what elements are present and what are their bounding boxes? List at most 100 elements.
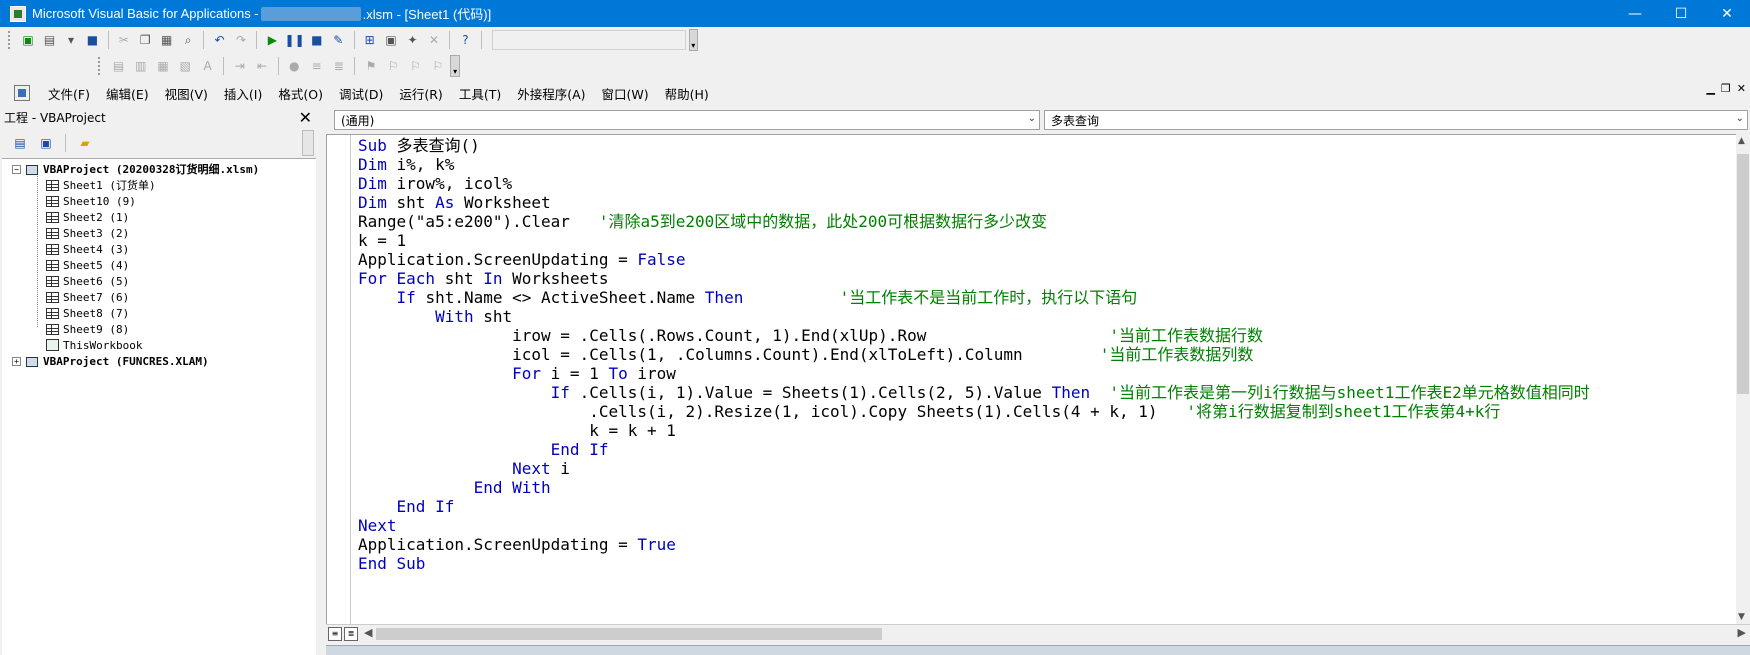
code-line[interactable]: .Cells(i, 2).Resize(1, icol).Copy Sheets…: [358, 402, 1590, 421]
code-line[interactable]: Application.ScreenUpdating = False: [358, 250, 1590, 269]
code-margin-indicator-bar[interactable]: [327, 135, 351, 625]
scroll-left-icon[interactable]: ◀: [364, 626, 372, 639]
tree-node-sheet[interactable]: Sheet7 (6): [46, 289, 129, 305]
redo-icon[interactable]: ↷: [232, 30, 250, 50]
close-button[interactable]: ✕: [1704, 0, 1750, 27]
tree-node-workbook[interactable]: ThisWorkbook: [46, 337, 142, 353]
dropdown-arrow-icon[interactable]: ▾: [62, 30, 80, 50]
find-icon[interactable]: ⌕: [179, 30, 197, 50]
undo-icon[interactable]: ↶: [210, 30, 228, 50]
scroll-thumb[interactable]: [1737, 154, 1749, 394]
view-object-icon[interactable]: ▣: [36, 133, 56, 153]
project-explorer-icon[interactable]: ⊞: [360, 30, 378, 50]
list-properties-icon[interactable]: ▤: [109, 56, 128, 76]
code-line[interactable]: Sub 多表查询(): [358, 136, 1590, 155]
tree-node-sheet[interactable]: Sheet8 (7): [46, 305, 129, 321]
break-icon[interactable]: ❚❚: [285, 30, 305, 50]
run-icon[interactable]: ▶: [263, 30, 281, 50]
menu-view[interactable]: 视图(V): [157, 84, 216, 103]
object-combo[interactable]: (通用) ⌄: [334, 110, 1040, 130]
code-line[interactable]: End If: [358, 497, 1590, 516]
mdi-close-button[interactable]: ✕: [1737, 82, 1746, 95]
menu-addins[interactable]: 外接程序(A): [509, 84, 593, 103]
maximize-button[interactable]: ☐: [1658, 0, 1704, 27]
menu-debug[interactable]: 调试(D): [331, 84, 391, 103]
clear-bookmarks-icon[interactable]: ⚐: [428, 56, 447, 76]
code-line[interactable]: k = 1: [358, 231, 1590, 250]
procedure-combo[interactable]: 多表查询 ⌄: [1044, 110, 1748, 130]
project-explorer-close-button[interactable]: ✕: [299, 108, 312, 127]
toolbar-options-icon[interactable]: ▾: [450, 55, 461, 77]
minimize-button[interactable]: —: [1612, 0, 1658, 27]
menu-insert[interactable]: 插入(I): [216, 84, 270, 103]
code-line[interactable]: For Each sht In Worksheets: [358, 269, 1590, 288]
horizontal-scrollbar[interactable]: ≡ ≣ ◀ ▶: [326, 624, 1750, 642]
code-line[interactable]: k = k + 1: [358, 421, 1590, 440]
help-icon[interactable]: ?: [456, 30, 474, 50]
code-line[interactable]: Application.ScreenUpdating = True: [358, 535, 1590, 554]
menu-run[interactable]: 运行(R): [391, 84, 450, 103]
toolbar-options-icon[interactable]: ▾: [688, 29, 698, 51]
tree-node-sheet[interactable]: Sheet5 (4): [46, 257, 129, 273]
toolbox-icon[interactable]: ✕: [425, 30, 443, 50]
collapse-icon[interactable]: −: [12, 164, 21, 174]
code-line[interactable]: End Sub: [358, 554, 1590, 573]
object-browser-icon[interactable]: ✦: [403, 30, 421, 50]
view-excel-icon[interactable]: ▣: [19, 30, 37, 50]
tree-node-sheet[interactable]: Sheet9 (8): [46, 321, 129, 337]
menu-edit[interactable]: 编辑(E): [98, 84, 157, 103]
quick-info-icon[interactable]: ▦: [153, 56, 172, 76]
tree-node-sheet[interactable]: Sheet6 (5): [46, 273, 129, 289]
chevron-down-icon[interactable]: ⌄: [1736, 113, 1744, 124]
pane-splitter[interactable]: [316, 104, 324, 655]
menu-tools[interactable]: 工具(T): [451, 84, 509, 103]
menu-file[interactable]: 文件(F): [40, 84, 98, 103]
tree-node-sheet[interactable]: Sheet3 (2): [46, 225, 129, 241]
scroll-down-icon[interactable]: ▼: [1738, 612, 1745, 622]
scroll-right-icon[interactable]: ▶: [1738, 626, 1746, 639]
title-bar[interactable]: Microsoft Visual Basic for Applications …: [0, 0, 1750, 27]
code-editor[interactable]: Sub 多表查询() Dim i%, k% Dim irow%, icol% Dim …: [326, 134, 1750, 625]
tree-node-project-2[interactable]: + VBAProject (FUNCRES.XLAM): [12, 353, 209, 369]
code-window-icon[interactable]: [14, 85, 30, 101]
previous-bookmark-icon[interactable]: ⚐: [406, 56, 425, 76]
menu-window[interactable]: 窗口(W): [594, 84, 657, 103]
code-line[interactable]: Next: [358, 516, 1590, 535]
horizontal-scroll-thumb[interactable]: [376, 628, 882, 640]
tree-node-sheet[interactable]: Sheet2 (1): [46, 209, 129, 225]
mdi-restore-button[interactable]: ❐: [1721, 82, 1731, 95]
properties-window-icon[interactable]: ▣: [382, 30, 400, 50]
procedure-view-icon[interactable]: ≡: [328, 627, 342, 641]
menu-help[interactable]: 帮助(H): [657, 84, 717, 103]
parameter-info-icon[interactable]: ▧: [176, 56, 195, 76]
project-toolbar-overflow[interactable]: [302, 130, 314, 156]
design-mode-icon[interactable]: ✎: [329, 30, 347, 50]
code-line[interactable]: irow = .Cells(.Rows.Count, 1).End(xlUp).…: [358, 326, 1590, 345]
code-line[interactable]: With sht: [358, 307, 1590, 326]
menu-format[interactable]: 格式(O): [270, 84, 331, 103]
code-line[interactable]: Dim sht As Worksheet: [358, 193, 1590, 212]
comment-block-icon[interactable]: ≡: [307, 56, 326, 76]
save-icon[interactable]: ■: [83, 30, 101, 50]
full-module-view-icon[interactable]: ≣: [344, 627, 358, 641]
tree-node-project-1[interactable]: − VBAProject (20200328订货明细.xlsm): [12, 161, 259, 177]
view-code-icon[interactable]: ▤: [10, 133, 30, 153]
complete-word-icon[interactable]: A: [198, 56, 217, 76]
code-line[interactable]: Dim i%, k%: [358, 155, 1590, 174]
toggle-folders-icon[interactable]: ▰: [75, 133, 95, 153]
code-line[interactable]: icol = .Cells(1, .Columns.Count).End(xlT…: [358, 345, 1590, 364]
code-line[interactable]: Range("a5:e200").Clear '清除a5到e200区域中的数据，…: [358, 212, 1590, 231]
chevron-down-icon[interactable]: ⌄: [1028, 113, 1036, 124]
next-bookmark-icon[interactable]: ⚐: [384, 56, 403, 76]
code-line[interactable]: End If: [358, 440, 1590, 459]
vertical-scrollbar[interactable]: ▲ ▼: [1736, 134, 1750, 624]
indent-icon[interactable]: ⇥: [230, 56, 249, 76]
code-line[interactable]: If .Cells(i, 1).Value = Sheets(1).Cells(…: [358, 383, 1590, 402]
paste-icon[interactable]: ▦: [157, 30, 175, 50]
code-line[interactable]: For i = 1 To irow: [358, 364, 1590, 383]
scroll-up-icon[interactable]: ▲: [1738, 136, 1745, 146]
toggle-breakpoint-icon[interactable]: ●: [285, 56, 304, 76]
code-line[interactable]: End With: [358, 478, 1590, 497]
copy-icon[interactable]: ❐: [136, 30, 154, 50]
expand-icon[interactable]: +: [12, 356, 21, 366]
